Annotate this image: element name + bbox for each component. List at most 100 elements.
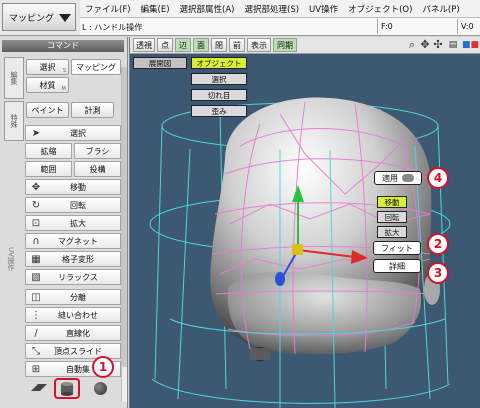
color-palette-icon[interactable]: ■■ (462, 38, 479, 52)
paint-button[interactable]: ペイント (26, 102, 69, 118)
magnet-icon: ∩ (32, 235, 40, 247)
chevron-down-icon (59, 14, 71, 22)
menu-file[interactable]: ファイル(F) (80, 3, 136, 15)
tool-expand-label: 拡縮 (40, 146, 57, 156)
tool-vertex-slide-label: 頂点スライド (54, 346, 102, 356)
scale-icon: ⊡ (31, 217, 41, 229)
tab-special[interactable]: 特殊 (4, 101, 24, 141)
callout-number-4: 4 (427, 167, 449, 189)
tool-move-label: 移動 (70, 182, 86, 192)
layout-icon[interactable]: ▤ (446, 38, 460, 52)
seam-button[interactable]: 切れ目 (191, 89, 247, 101)
apply-label: 適用 (382, 173, 398, 183)
select-mode-button[interactable]: 選択 S (26, 59, 69, 75)
distort-button[interactable]: 歪み (191, 105, 247, 117)
menu-edit[interactable]: 編集(E) (136, 3, 175, 15)
shortcut-hint: S (62, 68, 66, 74)
tool-rotate-label: 回転 (70, 200, 86, 210)
tool-brush-label: ブラシ (85, 146, 110, 156)
pan-icon[interactable]: ✥ (418, 38, 432, 52)
stitch-icon: ⋮ (31, 309, 41, 321)
viewport-toolbar: 透視 点 辺 面 閉 前 表示 同期 ⌕ ✥ ✣ ▤ ■■ (130, 37, 480, 54)
lattice-icon: ▦ (31, 253, 41, 265)
material-button[interactable]: 材質 M (26, 77, 69, 93)
scrollbar-thumb[interactable] (122, 67, 127, 367)
tab-edit[interactable]: 編集 (4, 57, 24, 99)
menu-object[interactable]: オブジェクト(O) (343, 3, 417, 15)
menu-panel[interactable]: パネル(P) (417, 3, 464, 15)
menu-selection-attribute[interactable]: 選択部属性(A) (175, 3, 240, 15)
face-mode-toggle[interactable]: 面 (193, 38, 209, 52)
3d-viewport[interactable]: 透視 点 辺 面 閉 前 表示 同期 ⌕ ✥ ✣ ▤ ■■ 展開図 オブジェクト… (129, 37, 480, 408)
toggle-switch-icon (402, 174, 414, 182)
menu-bar: ファイル(F) 編集(E) 選択部属性(A) 選択部処理(S) UV操作 オブジ… (80, 0, 480, 18)
status-face-count: F:0 (381, 22, 393, 31)
tool-expand[interactable]: 拡縮 (25, 143, 72, 159)
tool-lattice-label: 格子変形 (62, 254, 94, 264)
tool-move[interactable]: ✥ 移動 (25, 179, 121, 195)
tool-split-label: 分離 (70, 292, 86, 302)
menu-uv[interactable]: UV操作 (304, 3, 343, 15)
plane-shape-icon[interactable] (30, 381, 48, 393)
display-button[interactable]: 表示 (247, 38, 271, 52)
uv-side-label: UV操作 (7, 247, 15, 271)
tool-project-label: 投構 (89, 164, 106, 174)
menu-selection-process[interactable]: 選択部処理(S) (240, 3, 305, 15)
tool-range[interactable]: 範囲 (25, 161, 72, 177)
cylinder-shape-button[interactable] (60, 381, 74, 396)
gizmo-rotate-button[interactable]: 回転 (377, 211, 407, 223)
tool-straighten[interactable]: ∕ 直線化 (25, 325, 121, 341)
auto-collect-icon: ⊞ (31, 363, 41, 375)
rotate-view-icon[interactable]: ✣ (431, 38, 445, 52)
tool-rotate[interactable]: ↻ 回転 (25, 197, 121, 213)
tool-project[interactable]: 投構 (74, 161, 121, 177)
top-bar: マッピング ファイル(F) 編集(E) 選択部属性(A) 選択部処理(S) UV… (0, 0, 480, 36)
edge-mode-toggle[interactable]: 辺 (175, 38, 191, 52)
mapping-label: マッピング (76, 62, 116, 72)
tool-brush[interactable]: ブラシ (74, 143, 121, 159)
tool-relax[interactable]: ▧ リラックス (25, 269, 121, 285)
tool-split[interactable]: ◫ 分離 (25, 289, 121, 305)
relax-icon: ▧ (31, 271, 41, 283)
measure-button[interactable]: 計測 (71, 102, 114, 118)
sync-toggle[interactable]: 同期 (273, 38, 297, 52)
fit-button[interactable]: フィット (373, 241, 421, 255)
tool-select[interactable]: ➤ 選択 (25, 125, 121, 141)
callout-number-3: 3 (427, 262, 449, 284)
gizmo-scale-button[interactable]: 拡大 (377, 226, 407, 238)
shortcut-hint: M (61, 86, 66, 92)
tool-range-label: 範囲 (40, 164, 57, 174)
mode-dropdown[interactable]: マッピング (2, 3, 76, 31)
zoom-icon[interactable]: ⌕ (405, 38, 419, 52)
select-button[interactable]: 選択 (191, 73, 247, 85)
cursor-arrow-icon: ➤ (31, 127, 41, 139)
tool-lattice[interactable]: ▦ 格子変形 (25, 251, 121, 267)
point-mode-toggle[interactable]: 点 (157, 38, 173, 52)
measure-label: 計測 (84, 105, 101, 115)
app-window: マッピング ファイル(F) 編集(E) 選択部属性(A) 選択部処理(S) UV… (0, 0, 480, 408)
object-tab[interactable]: オブジェクト (191, 57, 247, 69)
callout-number-2: 2 (427, 233, 449, 255)
unwrap-view-tab[interactable]: 展開図 (133, 57, 187, 69)
sphere-shape-icon[interactable] (94, 382, 107, 395)
closed-toggle[interactable]: 閉 (211, 38, 227, 52)
front-toggle[interactable]: 前 (229, 38, 245, 52)
gizmo-move-button[interactable]: 移動 (377, 196, 407, 208)
apply-button[interactable]: 適用 (374, 171, 422, 185)
mode-label: マッピング (9, 13, 55, 24)
mapping-button[interactable]: マッピング (71, 59, 121, 75)
divider (377, 19, 378, 34)
move-arrows-icon: ✥ (31, 181, 41, 193)
panel-scrollbar[interactable] (121, 67, 127, 402)
tool-straighten-label: 直線化 (66, 328, 90, 338)
tool-stitch-label: 縫い合わせ (58, 310, 98, 320)
tool-magnet[interactable]: ∩ マグネット (25, 233, 121, 249)
status-vertex-count: V:0 (461, 22, 474, 31)
tool-scale[interactable]: ⊡ 拡大 (25, 215, 121, 231)
panel-title: コマンド (2, 40, 124, 52)
perspective-toggle[interactable]: 透視 (133, 38, 155, 52)
vertex-slide-icon: ⤡ (32, 345, 40, 357)
paint-label: ペイント (31, 105, 64, 115)
detail-button[interactable]: 詳細 (373, 259, 421, 273)
tool-stitch[interactable]: ⋮ 縫い合わせ (25, 307, 121, 323)
